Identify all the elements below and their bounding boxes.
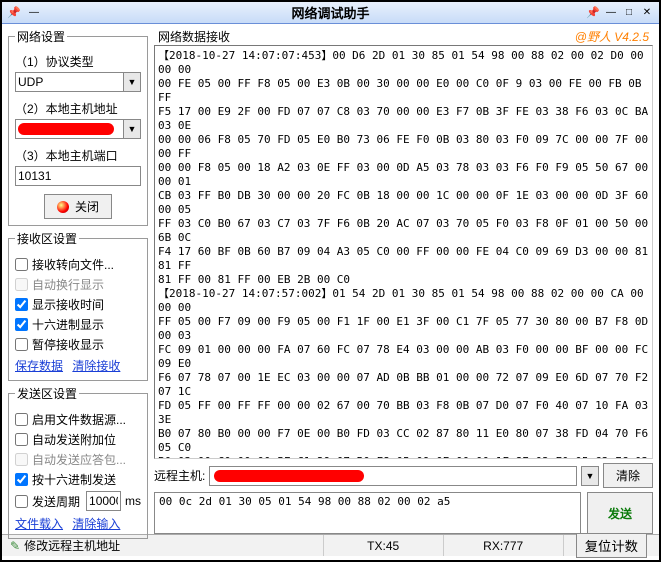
auto-linewrap-checkbox: 自动换行显示 [15, 276, 141, 293]
protocol-select[interactable] [15, 72, 123, 92]
auto-extra-checkbox[interactable]: 自动发送附加位 [15, 431, 141, 448]
statusbar: 修改远程主机地址 TX:45 RX:777 复位计数 [2, 534, 659, 556]
save-data-link[interactable]: 保存数据 [15, 359, 63, 373]
show-time-checkbox[interactable]: 显示接收时间 [15, 296, 141, 313]
chevron-down-icon[interactable]: ▼ [123, 72, 141, 92]
dash-icon[interactable]: — [26, 6, 42, 20]
clear-input-link[interactable]: 清除输入 [72, 517, 120, 531]
pin-icon[interactable] [6, 6, 22, 20]
host-input[interactable] [15, 119, 123, 139]
titlebar: — 网络调试助手 — □ ✕ [2, 2, 659, 24]
port-label: （3）本地主机端口 [15, 147, 141, 164]
minimize-button[interactable]: — [603, 6, 619, 20]
send-settings-legend: 发送区设置 [15, 385, 79, 402]
status-rx: RX:777 [444, 535, 564, 556]
period-input[interactable] [86, 491, 121, 511]
clear-recv-link[interactable]: 清除接收 [72, 359, 120, 373]
send-input[interactable] [154, 492, 581, 534]
chevron-down-icon[interactable]: ▼ [123, 119, 141, 139]
recv-to-file-checkbox[interactable]: 接收转向文件... [15, 256, 141, 273]
clear-remote-button[interactable]: 清除 [603, 463, 653, 488]
recv-title: 网络数据接收 [158, 28, 230, 45]
period-checkbox[interactable]: 发送周期ms [15, 491, 141, 511]
port-input[interactable] [15, 166, 141, 186]
hex-send-checkbox[interactable]: 按十六进制发送 [15, 471, 141, 488]
window-title: 网络调试助手 [2, 3, 659, 22]
remote-host-input[interactable] [209, 466, 577, 486]
pin-icon-right[interactable] [585, 6, 601, 20]
remote-host-label: 远程主机: [154, 467, 205, 484]
auto-reply-checkbox: 自动发送应答包... [15, 451, 141, 468]
network-settings-group: 网络设置 （1）协议类型 ▼ （2）本地主机地址 ▼ （3）本地主机端口 关闭 [8, 28, 148, 226]
send-settings-group: 发送区设置 启用文件数据源... 自动发送附加位 自动发送应答包... 按十六进… [8, 385, 148, 539]
record-icon [57, 201, 69, 213]
recv-settings-legend: 接收区设置 [15, 230, 79, 247]
chevron-down-icon[interactable]: ▼ [581, 466, 599, 486]
close-connection-button[interactable]: 关闭 [44, 194, 112, 219]
pause-recv-checkbox[interactable]: 暂停接收显示 [15, 336, 141, 353]
recv-settings-group: 接收区设置 接收转向文件... 自动换行显示 显示接收时间 十六进制显示 暂停接… [8, 230, 148, 381]
status-ready: 修改远程主机地址 [2, 535, 324, 556]
status-tx: TX:45 [324, 535, 444, 556]
file-load-link[interactable]: 文件载入 [15, 517, 63, 531]
send-button[interactable]: 发送 [587, 492, 653, 534]
hex-display-checkbox[interactable]: 十六进制显示 [15, 316, 141, 333]
host-label: （2）本地主机地址 [15, 100, 141, 117]
file-source-checkbox[interactable]: 启用文件数据源... [15, 411, 141, 428]
version-label: @野人 V4.2.5 [575, 28, 649, 45]
recv-textarea[interactable]: 【2018-10-27 14:07:07:453】00 D6 2D 01 30 … [154, 45, 653, 459]
maximize-button[interactable]: □ [621, 6, 637, 20]
reset-count-button[interactable]: 复位计数 [576, 533, 647, 558]
close-window-button[interactable]: ✕ [639, 6, 655, 20]
protocol-label: （1）协议类型 [15, 53, 141, 70]
network-settings-legend: 网络设置 [15, 28, 67, 45]
